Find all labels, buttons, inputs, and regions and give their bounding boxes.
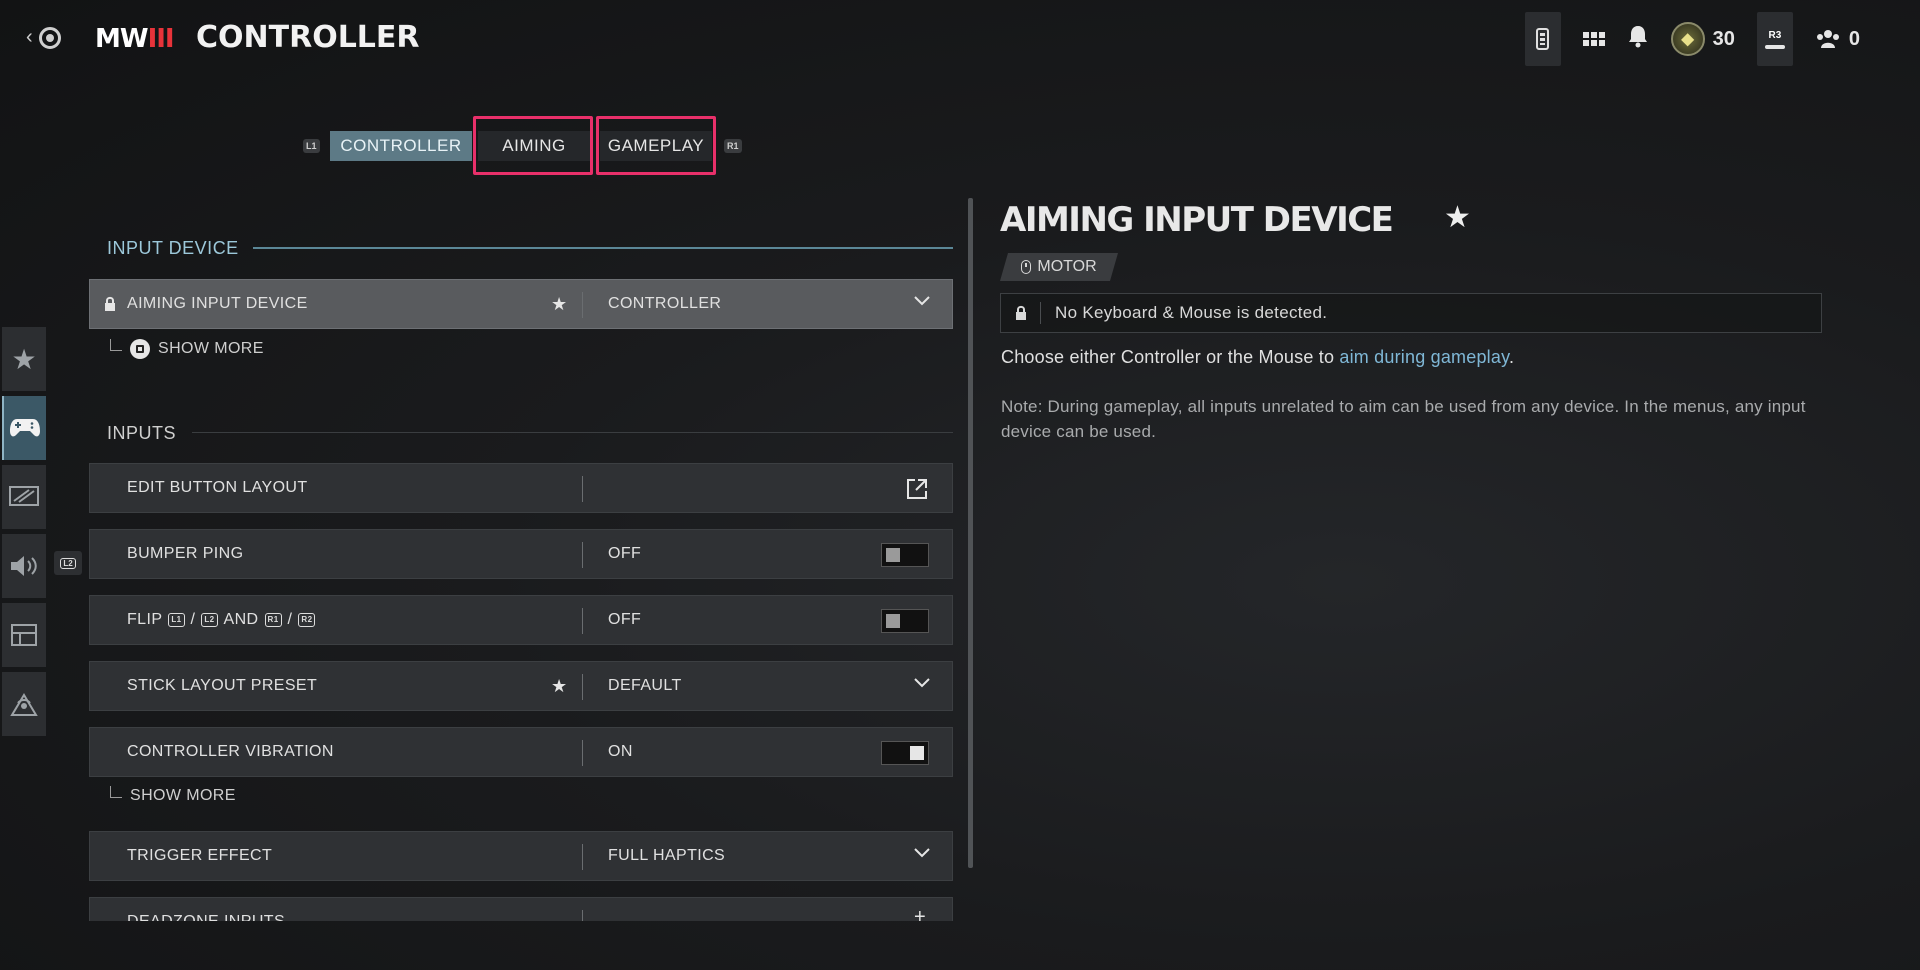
tab-controller[interactable]: CONTROLLER xyxy=(330,131,472,161)
detail-note: Note: During gameplay, all inputs unrela… xyxy=(1001,397,1806,441)
square-button-icon xyxy=(130,339,150,359)
player-rank[interactable]: ◆ 30 xyxy=(1670,22,1735,56)
top-status-bar: ◆ 30 R3 0 xyxy=(1524,12,1860,66)
setting-value: FULL HAPTICS xyxy=(608,847,726,864)
section-divider xyxy=(192,432,953,433)
sidebar-item-favorites[interactable]: ★ xyxy=(2,327,46,391)
chevron-down-icon xyxy=(914,848,930,858)
highlight-box-aiming xyxy=(473,116,593,175)
highlight-box-gameplay xyxy=(596,116,716,175)
setting-row-flip-bumpers-triggers[interactable]: FLIP L1 / L2 AND R1 / R2 OFF xyxy=(89,595,953,645)
rank-emblem-icon: ◆ xyxy=(1670,22,1705,56)
show-more-link[interactable]: SHOW MORE xyxy=(110,339,264,359)
detail-description: Choose either Controller or the Mouse to… xyxy=(1001,347,1515,367)
section-divider xyxy=(253,247,953,249)
setting-label: BUMPER PING xyxy=(127,545,244,562)
setting-label: STICK LAYOUT PRESET xyxy=(127,677,318,694)
setting-value: CONTROLLER xyxy=(608,295,722,312)
lock-icon xyxy=(105,296,115,311)
display-icon xyxy=(9,486,39,506)
page-title: CONTROLLER xyxy=(196,20,420,55)
battery-button[interactable] xyxy=(1524,12,1561,66)
r1-hint: R1 xyxy=(724,139,742,153)
favorite-star-icon[interactable]: ★ xyxy=(551,294,568,315)
circle-button-icon xyxy=(38,26,61,49)
toggle-switch[interactable] xyxy=(881,609,929,633)
toggle-switch[interactable] xyxy=(881,741,929,765)
interface-icon xyxy=(11,624,37,646)
sidebar-item-display[interactable] xyxy=(2,465,46,529)
favorite-star-icon[interactable]: ★ xyxy=(1444,200,1471,235)
toggle-switch[interactable] xyxy=(881,543,929,567)
device-lock-message: No Keyboard & Mouse is detected. xyxy=(1000,293,1822,333)
scrollbar[interactable] xyxy=(968,198,973,868)
party-count: 0 xyxy=(1848,27,1860,50)
sidebar-item-controller[interactable] xyxy=(2,396,46,460)
section-header-input-device: INPUT DEVICE xyxy=(107,238,239,258)
apps-grid-icon[interactable] xyxy=(1582,32,1605,46)
sidebar-item-interface[interactable] xyxy=(2,603,46,667)
setting-label: TRIGGER EFFECT xyxy=(127,847,273,864)
setting-row-edit-button-layout[interactable]: EDIT BUTTON LAYOUT xyxy=(89,463,953,513)
show-more-link[interactable]: SHOW MORE xyxy=(110,786,236,805)
setting-label: DEADZONE INPUTS xyxy=(127,913,285,921)
chevron-left-icon: ‹ xyxy=(26,26,33,48)
setting-row-deadzone-inputs[interactable]: DEADZONE INPUTS + xyxy=(89,897,953,921)
setting-row-aiming-input-device[interactable]: AIMING INPUT DEVICE ★ CONTROLLER xyxy=(89,279,953,329)
r3-button-icon[interactable]: R3 xyxy=(1756,12,1793,66)
setting-row-controller-vibration[interactable]: CONTROLLER VIBRATION ON xyxy=(89,727,953,777)
section-header-inputs: INPUTS xyxy=(107,423,177,443)
chevron-down-icon xyxy=(914,296,930,306)
party-indicator[interactable]: 0 xyxy=(1815,28,1860,51)
l2-hint: L2 xyxy=(54,551,82,575)
setting-row-bumper-ping[interactable]: BUMPER PING OFF xyxy=(89,529,953,579)
bell-icon[interactable] xyxy=(1627,24,1649,54)
plus-icon: + xyxy=(914,906,927,921)
setting-value: DEFAULT xyxy=(608,677,682,694)
r1-button-icon: R1 xyxy=(264,613,282,627)
game-logo: MWIII xyxy=(95,24,175,54)
battery-icon xyxy=(1536,28,1550,50)
row-clip: DEADZONE INPUTS + xyxy=(89,897,953,921)
sidebar-item-network[interactable] xyxy=(2,672,46,736)
r2-button-icon: R2 xyxy=(298,613,316,627)
setting-value: ON xyxy=(608,743,633,760)
rank-level: 30 xyxy=(1712,27,1735,50)
setting-value: OFF xyxy=(608,545,642,562)
setting-row-stick-layout-preset[interactable]: STICK LAYOUT PRESET ★ DEFAULT xyxy=(89,661,953,711)
setting-value: OFF xyxy=(608,611,642,628)
mouse-icon xyxy=(1021,260,1031,274)
aim-during-gameplay-link[interactable]: aim during gameplay xyxy=(1339,347,1509,367)
l1-button-icon: L1 xyxy=(168,613,185,627)
sidebar-item-audio[interactable] xyxy=(2,534,46,598)
chevron-down-icon xyxy=(914,678,930,688)
gamepad-icon xyxy=(10,419,40,437)
detail-title: AIMING INPUT DEVICE xyxy=(1000,200,1394,240)
setting-label: EDIT BUTTON LAYOUT xyxy=(127,479,308,496)
setting-label: CONTROLLER VIBRATION xyxy=(127,743,334,760)
party-icon xyxy=(1816,30,1839,48)
audio-speaker-icon xyxy=(11,556,37,576)
setting-row-trigger-effect[interactable]: TRIGGER EFFECT FULL HAPTICS xyxy=(89,831,953,881)
network-icon xyxy=(10,693,38,716)
external-link-icon xyxy=(907,479,927,499)
setting-label: AIMING INPUT DEVICE xyxy=(127,295,308,312)
setting-label: FLIP L1 / L2 AND R1 / R2 xyxy=(127,611,316,629)
favorite-star-icon[interactable]: ★ xyxy=(551,676,568,697)
back-button[interactable]: ‹ xyxy=(26,26,61,49)
l1-hint: L1 xyxy=(303,139,320,153)
favorites-star-icon: ★ xyxy=(11,343,37,375)
motor-tag: MOTOR xyxy=(1000,253,1118,281)
l2-button-icon: L2 xyxy=(201,613,218,627)
lock-icon xyxy=(1015,305,1026,320)
